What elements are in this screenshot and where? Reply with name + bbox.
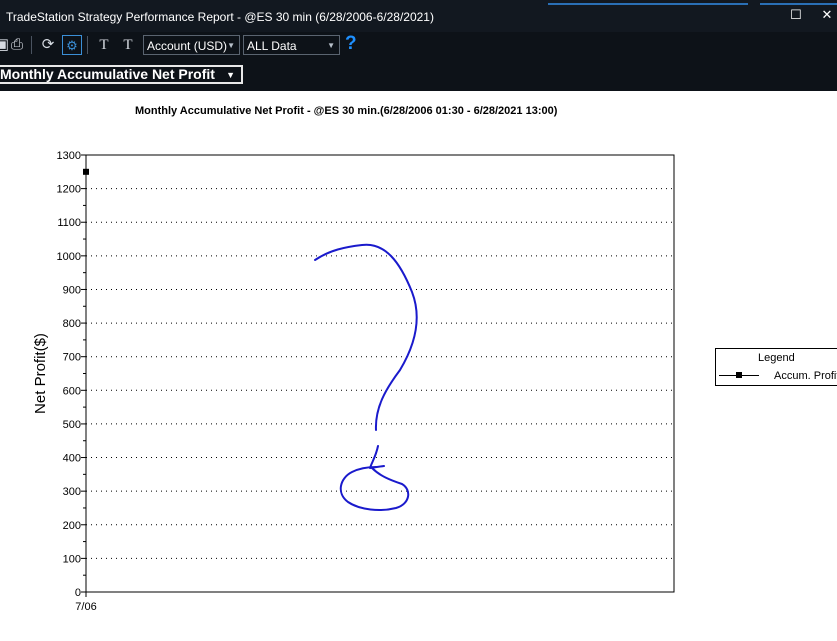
legend-series-marker bbox=[736, 372, 742, 378]
y-tick-label: 700 bbox=[63, 352, 81, 364]
legend-series-label: Accum. Profit bbox=[774, 370, 837, 382]
x-tick-label: 7/06 bbox=[75, 601, 96, 613]
net-profit-chart: 0 100 200 300 400 500 600 700 800 900 1000 1100 1200… bbox=[32, 150, 675, 613]
y-tick-label: 200 bbox=[63, 520, 81, 532]
y-axis-label: Net Profit($) bbox=[32, 333, 49, 414]
legend-title: Legend bbox=[758, 352, 795, 364]
question-mark-annotation-dot bbox=[339, 445, 410, 511]
y-tick-label: 600 bbox=[63, 385, 81, 397]
y-tick-label: 100 bbox=[63, 553, 81, 565]
question-mark-annotation-curve bbox=[314, 243, 418, 431]
data-point bbox=[83, 168, 89, 175]
y-tick-label: 900 bbox=[63, 284, 81, 296]
y-tick-label: 500 bbox=[63, 419, 81, 431]
y-tick-label: 1000 bbox=[57, 251, 81, 263]
y-tick-label: 400 bbox=[63, 453, 81, 465]
y-tick-label: 1300 bbox=[57, 150, 81, 162]
y-tick-label: 1100 bbox=[57, 217, 81, 229]
y-tick-label: 800 bbox=[63, 318, 81, 330]
chart-legend: Legend Accum. Profit bbox=[715, 348, 837, 386]
y-tick-label: 300 bbox=[63, 486, 81, 498]
plot-area-frame bbox=[85, 154, 675, 593]
y-tick-label: 1200 bbox=[57, 184, 81, 196]
y-tick-label: 0 bbox=[75, 587, 81, 599]
